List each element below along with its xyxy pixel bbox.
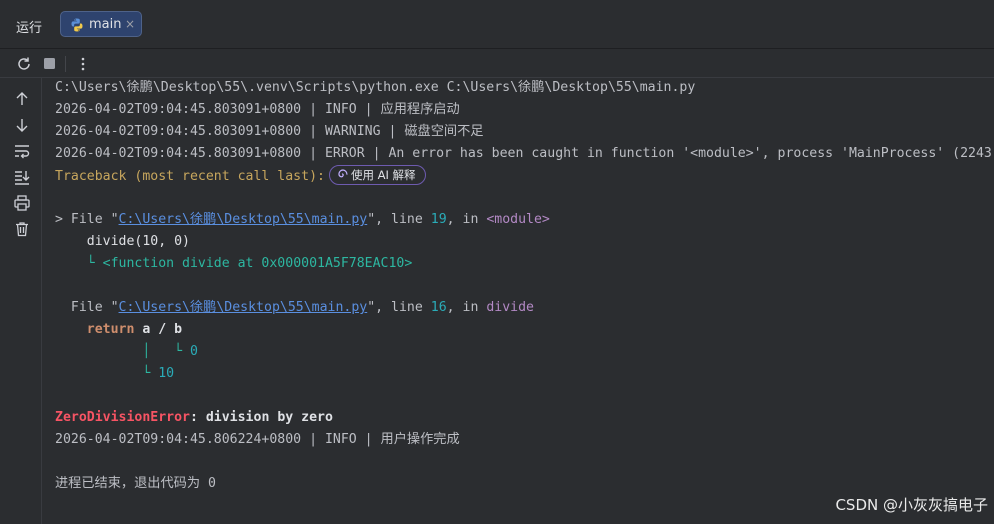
code-line: divide(10, 0) — [55, 234, 190, 249]
scroll-to-end-icon[interactable] — [13, 168, 31, 186]
line-number: 16 — [430, 300, 447, 315]
traceback-frame: > File "C:\Users\徐鹏\Desktop\55\main.py",… — [55, 210, 550, 230]
tab-main[interactable]: main × — [60, 11, 142, 37]
file-link[interactable]: C:\Users\徐鹏\Desktop\55\main.py — [119, 300, 368, 315]
variable-value: 10 — [158, 366, 175, 381]
arrow-up-icon[interactable] — [13, 90, 31, 108]
rerun-icon[interactable] — [14, 54, 34, 74]
run-header: 运行 main × — [0, 0, 994, 48]
tree-connector: └ — [55, 366, 159, 381]
exception-name: ZeroDivisionError — [55, 410, 190, 425]
frame-in: , in — [446, 300, 487, 315]
file-link[interactable]: C:\Users\徐鹏\Desktop\55\main.py — [119, 212, 368, 227]
console-tool-strip — [0, 78, 42, 524]
variable-value: 0 — [189, 344, 198, 359]
arrow-down-icon[interactable] — [13, 116, 31, 134]
run-tool-window: 运行 main × C:\Users\徐鹏\Desktop\55\.venv\S… — [0, 0, 994, 524]
more-icon[interactable] — [73, 54, 93, 74]
run-title: 运行 — [16, 21, 43, 36]
variable-line: └ 10 — [55, 364, 174, 384]
frame-prefix: File " — [55, 300, 119, 315]
ai-spiral-icon — [338, 169, 348, 178]
exit-message: 进程已结束，退出代码为 0 — [55, 476, 216, 491]
tab-main-label: main — [89, 17, 122, 32]
stop-icon[interactable] — [40, 54, 60, 74]
frame-mid: ", line — [367, 212, 431, 227]
watermark: CSDN @小灰灰搞电子 — [835, 496, 988, 514]
variable-line: └ <function divide at 0x000001A5F78EAC10… — [55, 254, 413, 274]
code-line: return a / b — [55, 320, 182, 340]
tree-connector: │ └ — [55, 344, 190, 359]
log-line: 2026-04-02T09:04:45.803091+0800 | INFO |… — [55, 102, 460, 117]
exception-message: : division by zero — [189, 410, 333, 425]
line-number: 19 — [430, 212, 447, 227]
frame-mid: ", line — [367, 300, 431, 315]
log-line: 2026-04-02T09:04:45.806224+0800 | INFO |… — [55, 432, 460, 447]
explain-with-ai-label: 使用 AI 解释 — [350, 168, 416, 182]
explain-with-ai-button[interactable]: 使用 AI 解释 — [328, 165, 426, 185]
soft-wrap-icon[interactable] — [13, 142, 31, 160]
print-icon[interactable] — [13, 194, 31, 212]
variable-value: <function divide at 0x000001A5F78EAC10> — [102, 256, 413, 271]
close-icon[interactable]: × — [125, 17, 135, 31]
python-icon — [71, 18, 83, 32]
code-keyword: return — [55, 322, 135, 337]
trash-icon[interactable] — [13, 220, 31, 238]
command-line: C:\Users\徐鹏\Desktop\55\.venv\Scripts\pyt… — [55, 80, 696, 95]
log-line: 2026-04-02T09:04:45.803091+0800 | WARNIN… — [55, 124, 484, 139]
variable-line: │ └ 0 — [55, 342, 198, 362]
toolbar-separator — [65, 56, 66, 72]
traceback-line: Traceback (most recent call last): 使用 AI … — [55, 165, 426, 187]
traceback-frame: File "C:\Users\徐鹏\Desktop\55\main.py", l… — [55, 298, 534, 318]
function-name: <module> — [486, 212, 550, 227]
tree-connector: └ — [55, 256, 103, 271]
traceback-header: Traceback (most recent call last): — [55, 169, 325, 184]
code-expression: a / b — [134, 322, 183, 337]
run-toolbar — [0, 48, 994, 78]
frame-in: , in — [446, 212, 487, 227]
log-line: 2026-04-02T09:04:45.803091+0800 | ERROR … — [55, 146, 992, 161]
frame-prefix: > File " — [55, 212, 119, 227]
console-output[interactable]: C:\Users\徐鹏\Desktop\55\.venv\Scripts\pyt… — [43, 78, 994, 524]
function-name: divide — [486, 300, 534, 315]
error-line: ZeroDivisionError: division by zero — [55, 408, 333, 428]
